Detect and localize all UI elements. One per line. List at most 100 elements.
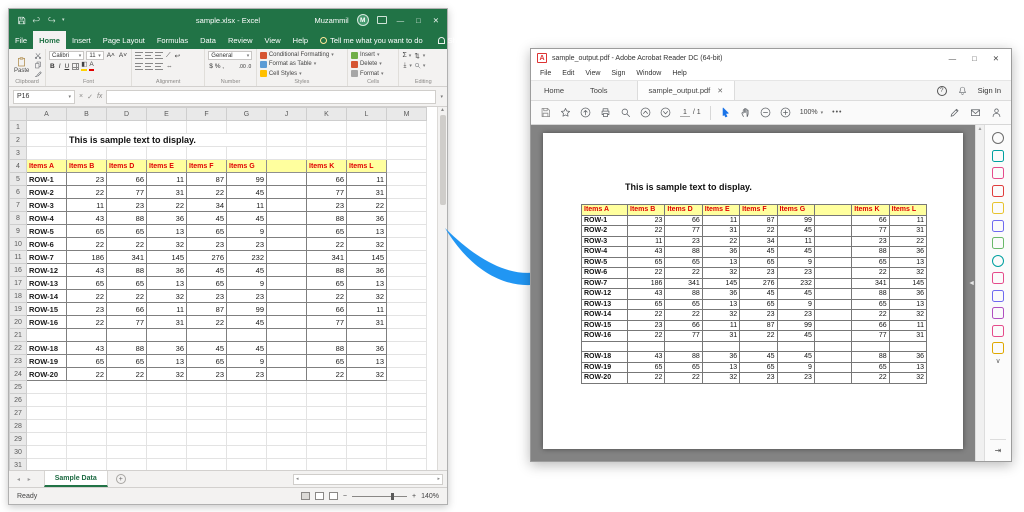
excel-tab-review[interactable]: Review [222, 31, 259, 49]
decimal-buttons[interactable]: .00 .0 [238, 64, 253, 70]
grid-cell[interactable] [267, 316, 307, 329]
share-upload-icon[interactable] [580, 107, 591, 118]
copy-icon[interactable] [34, 61, 42, 69]
row-header-27[interactable]: 27 [10, 407, 27, 420]
grid-cell[interactable] [347, 407, 387, 420]
grid-cell[interactable] [27, 134, 67, 147]
grid-cell[interactable] [267, 264, 307, 277]
grid-cell[interactable] [187, 329, 227, 342]
grid-cell[interactable] [347, 121, 387, 134]
grid-cell[interactable]: 23 [227, 290, 267, 303]
avatar[interactable]: M [357, 14, 369, 26]
cell-styles-button[interactable]: Cell Styles▾ [260, 70, 344, 78]
grid-cell[interactable]: 13 [147, 355, 187, 368]
sheet-nav-arrows[interactable]: ◂ ▸ [17, 476, 34, 483]
row-header-10[interactable]: 10 [10, 238, 27, 251]
excel-tab-view[interactable]: View [259, 31, 287, 49]
zoom-in-button[interactable]: + [412, 493, 416, 500]
share-button[interactable]: Share [429, 31, 477, 49]
grid-cell[interactable] [267, 251, 307, 264]
grid-cell[interactable] [267, 225, 307, 238]
grid-cell[interactable] [307, 420, 347, 433]
find-select-icon[interactable] [414, 62, 421, 69]
grid-cell[interactable]: 32 [347, 290, 387, 303]
grid-cell[interactable] [387, 316, 427, 329]
orientation-icon[interactable]: ⟋ [165, 52, 172, 60]
grid-cell[interactable] [347, 446, 387, 459]
grid-cell[interactable]: 43 [67, 342, 107, 355]
grid-cell[interactable] [387, 368, 427, 381]
grid-cell[interactable]: 11 [347, 303, 387, 316]
font-size-combo[interactable]: 11▾ [86, 51, 103, 60]
grid-cell[interactable] [387, 355, 427, 368]
grid-cell[interactable]: 11 [147, 303, 187, 316]
grid-cell[interactable]: ROW-7 [27, 251, 67, 264]
grid-cell[interactable]: ROW-12 [27, 264, 67, 277]
grid-cell[interactable] [347, 394, 387, 407]
grid-cell[interactable] [387, 381, 427, 394]
excel-tab-home[interactable]: Home [33, 31, 66, 49]
grid-cell[interactable] [107, 381, 147, 394]
grid-cell[interactable] [267, 147, 307, 160]
grid-cell[interactable] [147, 446, 187, 459]
normal-view-icon[interactable] [301, 492, 310, 500]
grid-cell[interactable] [27, 394, 67, 407]
tab-document[interactable]: sample_output.pdf ✕ [637, 81, 736, 100]
grid-cell[interactable] [67, 433, 107, 446]
grid-cell[interactable]: 13 [347, 355, 387, 368]
grid-cell[interactable]: 232 [227, 251, 267, 264]
grid-cell[interactable]: 45 [187, 342, 227, 355]
grid-cell[interactable] [347, 420, 387, 433]
column-header-E[interactable]: E [147, 108, 187, 121]
grid-cell[interactable]: 99 [227, 303, 267, 316]
grid-cell[interactable] [107, 459, 147, 471]
select-all-corner[interactable] [10, 108, 27, 121]
grid-cell[interactable] [347, 433, 387, 446]
excel-tab-file[interactable]: File [9, 31, 33, 49]
tab-home[interactable]: Home [531, 81, 577, 100]
grid-cell[interactable] [387, 342, 427, 355]
row-header-9[interactable]: 9 [10, 225, 27, 238]
grid-cell[interactable]: 45 [227, 342, 267, 355]
grid-cell[interactable] [267, 433, 307, 446]
grid-cell[interactable]: 77 [307, 186, 347, 199]
grid-cell[interactable]: 23 [187, 238, 227, 251]
bold-button[interactable]: B [49, 63, 56, 70]
row-header-8[interactable]: 8 [10, 212, 27, 225]
document-view-area[interactable]: This is sample text to display. Items AI… [531, 125, 975, 461]
grid-cell[interactable] [307, 407, 347, 420]
excel-tab-help[interactable]: Help [287, 31, 314, 49]
menu-edit[interactable]: Edit [562, 70, 574, 77]
grid-cell[interactable]: 36 [147, 342, 187, 355]
prepare-form-icon[interactable] [992, 307, 1004, 319]
grid-cell[interactable] [387, 147, 427, 160]
grid-cell[interactable] [267, 186, 307, 199]
grid-cell[interactable] [187, 446, 227, 459]
grid-cell[interactable] [67, 329, 107, 342]
row-header-23[interactable]: 23 [10, 355, 27, 368]
grid-cell[interactable]: 22 [107, 368, 147, 381]
grid-cell[interactable]: 23 [107, 199, 147, 212]
grid-cell[interactable]: 186 [67, 251, 107, 264]
grid-cell[interactable]: ROW-16 [27, 316, 67, 329]
notifications-icon[interactable] [958, 86, 967, 95]
align-left-icon[interactable] [135, 63, 143, 70]
grid-cell[interactable] [347, 329, 387, 342]
grid-cell[interactable] [267, 290, 307, 303]
grid-cell[interactable]: 31 [347, 316, 387, 329]
grid-cell[interactable] [187, 147, 227, 160]
more-tools-chevron-icon[interactable]: ∨ [995, 360, 1000, 364]
row-header-7[interactable]: 7 [10, 199, 27, 212]
menu-sign[interactable]: Sign [611, 70, 625, 77]
grid-cell[interactable] [227, 420, 267, 433]
pdf-vertical-scrollbar[interactable]: ▲ [975, 125, 984, 461]
zoom-in-icon[interactable] [780, 107, 791, 118]
sheet-tab-sample-data[interactable]: Sample Data [44, 471, 108, 487]
grid-cell[interactable]: 32 [147, 290, 187, 303]
grid-cell[interactable]: 65 [307, 225, 347, 238]
align-top-icon[interactable] [135, 52, 143, 59]
grid-cell[interactable]: 22 [107, 238, 147, 251]
row-header-31[interactable]: 31 [10, 459, 27, 471]
paste-button[interactable]: Paste [12, 51, 31, 78]
grid-cell[interactable]: 88 [307, 212, 347, 225]
